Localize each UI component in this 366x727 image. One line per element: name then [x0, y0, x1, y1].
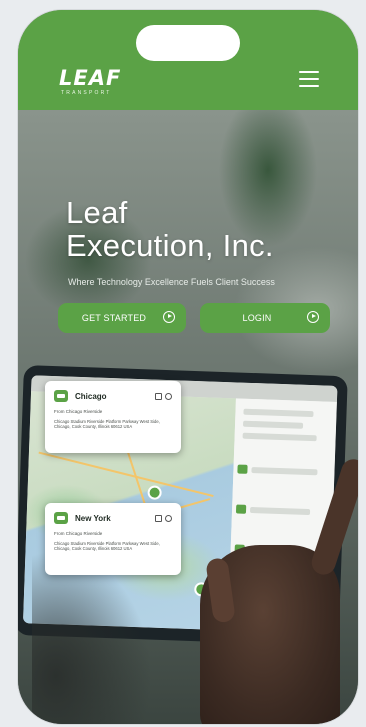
info-icon: [165, 392, 172, 400]
leaf-logo[interactable]: LEAF TRANSPORT: [59, 67, 121, 97]
truck-chip-icon: [237, 464, 248, 474]
logo-wordmark: LEAF: [59, 66, 122, 90]
hamburger-menu-icon[interactable]: [299, 71, 319, 87]
arm-shadow: [32, 550, 152, 724]
get-started-button[interactable]: GET STARTED: [58, 303, 186, 333]
hero-title-line1: Leaf: [66, 195, 128, 230]
card-address: Chicago Stadium Riverside Platform Parkw…: [54, 419, 160, 430]
card-actions: [155, 392, 172, 400]
site-header: LEAF TRANSPORT: [18, 10, 358, 110]
menu-line: [299, 71, 319, 73]
map-road: [38, 451, 214, 498]
card-header: New York: [54, 510, 172, 526]
card-subtitle: From Chicago Riverside: [54, 409, 103, 414]
copy-icon: [155, 514, 162, 522]
phone-notch: [136, 25, 240, 61]
logo-tagline: TRANSPORT: [61, 90, 112, 96]
hero-title-line2: Execution, Inc.: [66, 228, 274, 263]
card-header: Chicago: [54, 388, 172, 404]
truck-icon: [54, 512, 68, 524]
truck-chip-icon: [235, 504, 247, 514]
panel-row: [242, 432, 317, 442]
card-subtitle: From Chicago Riverside: [54, 531, 103, 536]
map-info-card-chicago: Chicago From Chicago Riverside Chicago S…: [45, 381, 181, 453]
card-city: Chicago: [75, 391, 107, 401]
info-icon: [165, 514, 172, 522]
map-info-card-new-york: New York From Chicago Riverside Chicago …: [45, 503, 181, 575]
get-started-label: GET STARTED: [81, 313, 147, 323]
hero-subtitle: Where Technology Excellence Fuels Client…: [68, 277, 275, 287]
menu-line: [299, 85, 319, 87]
map-pin-icon: [147, 485, 162, 500]
hero-title: Leaf Execution, Inc.: [66, 196, 274, 262]
login-label: LOGIN: [242, 313, 272, 323]
phone-frame: LEAF TRANSPORT Leaf Execution, Inc. Wher…: [18, 10, 358, 724]
panel-row: [242, 420, 304, 429]
panel-row: [249, 506, 311, 516]
menu-line: [299, 78, 319, 80]
copy-icon: [155, 392, 162, 400]
play-circle-icon: [163, 311, 175, 323]
panel-row: [243, 408, 314, 418]
card-city: New York: [75, 513, 111, 523]
panel-row: [251, 467, 318, 476]
page: LEAF TRANSPORT Leaf Execution, Inc. Wher…: [0, 0, 366, 727]
login-button[interactable]: LOGIN: [200, 303, 330, 333]
truck-icon: [54, 390, 68, 402]
card-address: Chicago Stadium Riverside Platform Parkw…: [54, 541, 160, 552]
card-actions: [155, 514, 172, 522]
play-circle-icon: [307, 311, 319, 323]
